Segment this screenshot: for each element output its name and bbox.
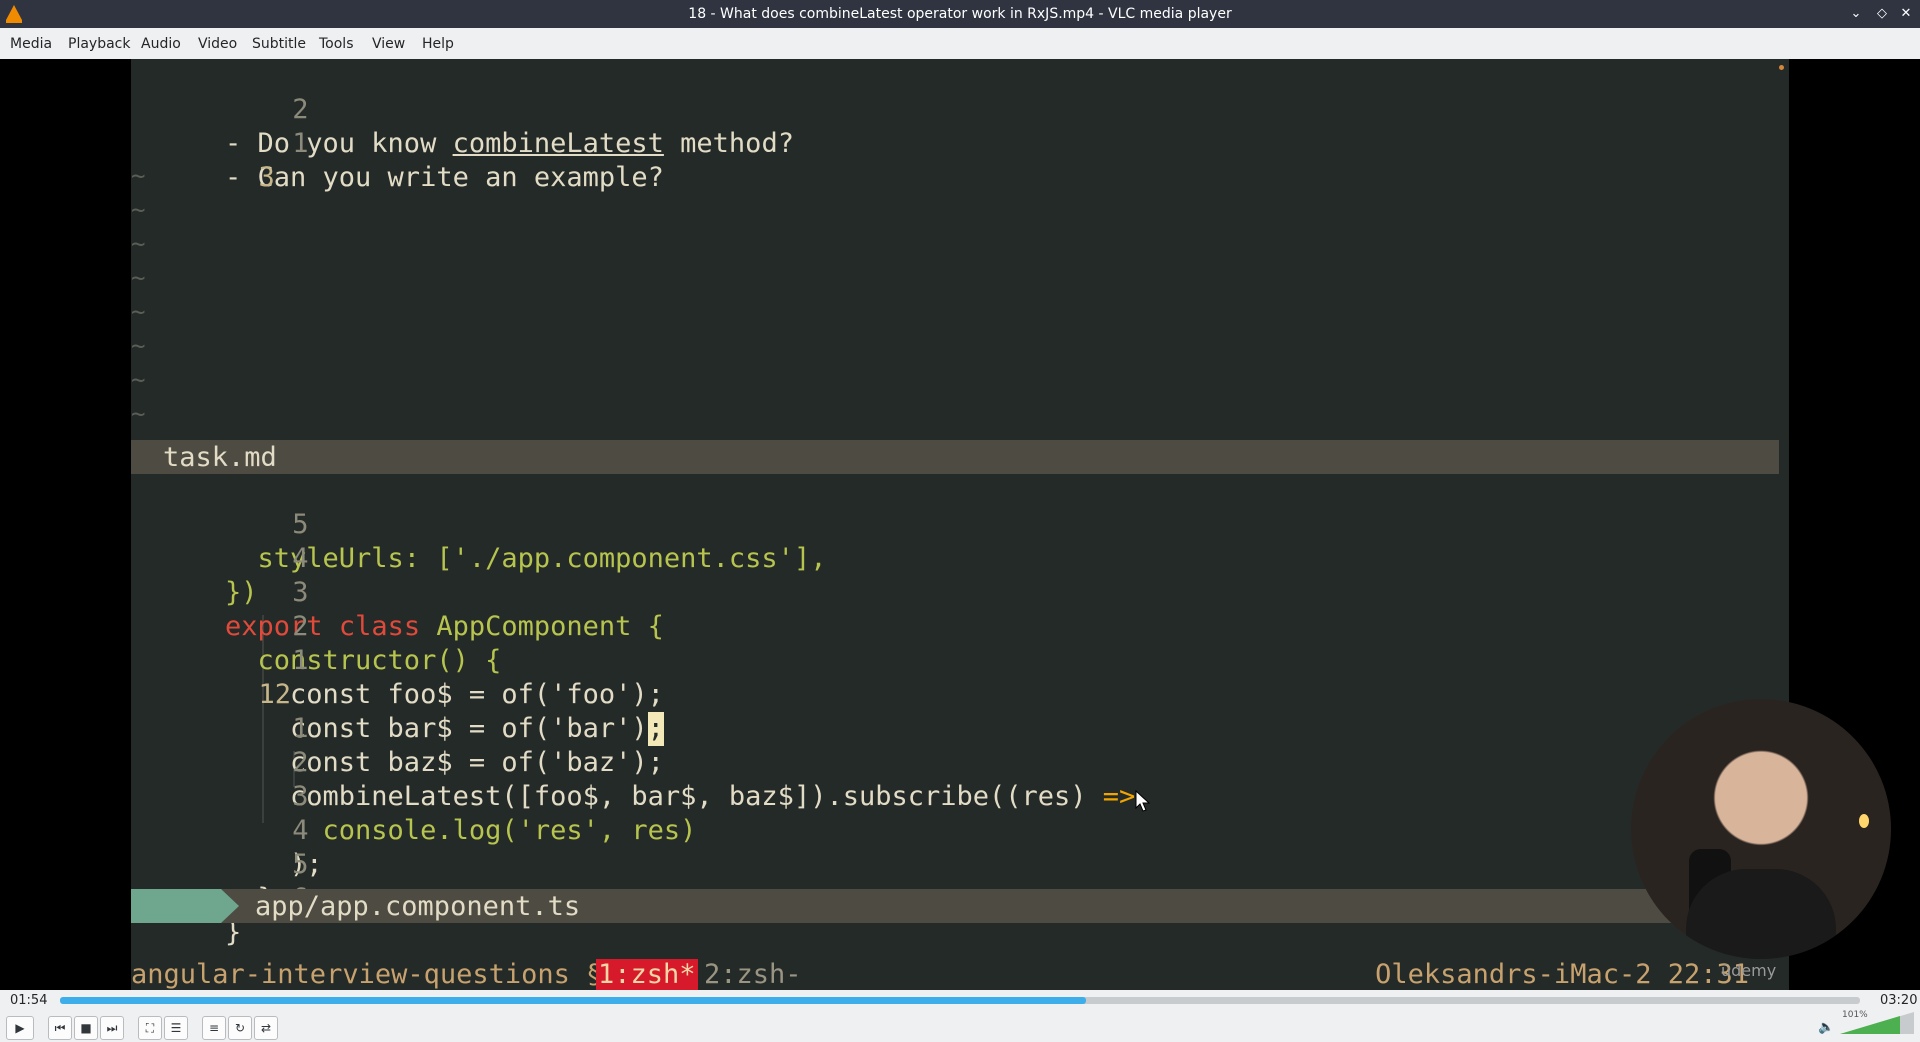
code-line: 3 export class AppComponent { — [131, 542, 664, 642]
line-number: 2 — [292, 94, 309, 125]
line-text: - Do you know combineLatest method? — [225, 127, 794, 161]
udemy-watermark: ūdemy — [1721, 961, 1777, 980]
line-number: 1 — [292, 713, 309, 744]
line-number: 1 — [292, 645, 309, 676]
underlined-word: combineLatest — [452, 128, 664, 159]
line-text: combineLatest([foo$, bar$, baz$]).subscr… — [225, 780, 1135, 814]
code-line: 1 const foo$ = of('foo'); — [131, 610, 664, 710]
tilde: ~ — [131, 196, 146, 224]
code-line: 12 const bar$ = of('bar'); — [131, 644, 664, 746]
tilde: ~ — [131, 162, 146, 190]
next-icon[interactable]: ⏭ — [100, 1016, 124, 1040]
line-number: 3 — [292, 577, 309, 608]
presenter-webcam — [1631, 699, 1891, 959]
class-name: AppComponent { — [420, 611, 664, 642]
current-line-number: 3 — [258, 162, 275, 193]
tilde: ~ — [131, 366, 146, 394]
playlist-icon[interactable]: ≡ — [202, 1016, 226, 1040]
mode-indicator — [131, 889, 239, 923]
editor-line: 1 - Can you write an example? — [131, 93, 664, 193]
tmux-session: angular-interview-questions § — [131, 959, 603, 990]
top-filename: task.md — [163, 442, 277, 473]
code-line: 4 ); — [131, 780, 323, 880]
speaker-icon[interactable]: 🔈 — [1818, 1020, 1834, 1035]
line-number: 2 — [292, 747, 309, 778]
arrow-operator: => — [1102, 781, 1136, 812]
menu-audio[interactable]: Audio — [141, 36, 181, 52]
title-bar: 18 - What does combineLatest operator wo… — [0, 0, 1920, 28]
code-line: 3 console.log('res', res) — [131, 746, 696, 846]
menu-help[interactable]: Help — [422, 36, 454, 52]
total-time: 03:20 — [1880, 993, 1918, 1008]
fullscreen-icon[interactable]: ⛶ — [138, 1016, 162, 1040]
play-icon[interactable]: ▶ — [6, 1016, 34, 1040]
menu-video[interactable]: Video — [198, 36, 237, 52]
controls-bar: ▶ ⏮ ■ ⏭ ⛶ ☰ ≡ ↻ ⇄ 🔈 101% — [0, 1010, 1920, 1042]
keyword-class: class — [338, 611, 421, 642]
menu-media[interactable]: Media — [10, 36, 52, 52]
menu-subtitle[interactable]: Subtitle — [252, 36, 306, 52]
random-icon[interactable]: ⇄ — [254, 1016, 278, 1040]
line-number: 5 — [292, 509, 309, 540]
tmux-window-active: 1:zsh* — [596, 959, 698, 990]
tilde: ~ — [131, 298, 146, 326]
close-icon[interactable]: ✕ — [1896, 4, 1916, 24]
tmux-window: 2:zsh- — [704, 959, 802, 990]
menu-tools[interactable]: Tools — [319, 36, 354, 52]
tilde: ~ — [131, 230, 146, 258]
scroll-marker — [1779, 65, 1784, 70]
tmux-host-clock: Oleksandrs-iMac-2 22:31 — [1375, 959, 1749, 990]
menu-playback[interactable]: Playback — [68, 36, 130, 52]
candle-icon — [1859, 814, 1869, 828]
tilde: ~ — [131, 264, 146, 292]
stop-icon[interactable]: ■ — [74, 1016, 98, 1040]
editor-line: 2 - Do you know combineLatest method? — [131, 59, 794, 159]
code-line: 1 const baz$ = of('baz'); — [131, 678, 664, 778]
video-frame: 2 - Do you know combineLatest method? 1 … — [131, 59, 1891, 993]
elapsed-time: 01:54 — [10, 993, 48, 1008]
restore-icon[interactable]: ◇ — [1872, 4, 1892, 24]
line-number: 2 — [292, 611, 309, 642]
code-line: 6 } — [131, 848, 309, 948]
seek-row: 01:54 03:20 — [0, 990, 1920, 1010]
menu-bar: Media Playback Audio Video Subtitle Tool… — [0, 28, 1920, 60]
tmux-statusline: angular-interview-questions § 1:zsh* 2:z… — [131, 959, 1789, 993]
tilde: ~ — [131, 400, 146, 428]
line-text-main: combineLatest([foo$, bar$, baz$]).subscr… — [225, 781, 1103, 812]
editor-line: 3 — [131, 127, 275, 193]
mouse-pointer-icon — [1135, 790, 1151, 812]
line-number: 4 — [292, 543, 309, 574]
code-line: 5 styleUrls: ['./app.component.css'], — [131, 474, 827, 574]
line-number: 3 — [292, 781, 309, 812]
seek-slider[interactable] — [60, 997, 1860, 1004]
line-number: 4 — [292, 815, 309, 846]
code-line: 4 }) — [131, 508, 309, 608]
current-line-number: 12 — [258, 679, 292, 710]
volume-slider[interactable]: 101% — [1840, 1010, 1914, 1038]
bottom-pane-statusline: app/app.component.ts t] — [131, 889, 1779, 923]
code-line: 2 constructor() { — [131, 576, 502, 676]
extended-settings-icon[interactable]: ☰ — [164, 1016, 188, 1040]
seek-progress — [60, 997, 1086, 1004]
line-text: styleUrls: ['./app.component.css'], — [225, 543, 827, 574]
minimize-icon[interactable]: ⌄ — [1846, 4, 1866, 24]
line-text-b: method? — [663, 128, 794, 159]
menu-view[interactable]: View — [372, 36, 405, 52]
text-cursor: ; — [647, 712, 664, 746]
presenter-body — [1686, 869, 1836, 959]
previous-icon[interactable]: ⏮ — [48, 1016, 72, 1040]
line-number: 1 — [292, 128, 309, 159]
tilde: ~ — [131, 332, 146, 360]
line-number: 5 — [292, 849, 309, 880]
bottom-filename: app/app.component.ts — [255, 891, 581, 922]
loop-icon[interactable]: ↻ — [228, 1016, 252, 1040]
code-line: 5 } — [131, 814, 309, 914]
volume-percent: 101% — [1842, 1010, 1868, 1020]
code-line: 2 combineLatest([foo$, bar$, baz$]).subs… — [131, 712, 1135, 812]
window-title: 18 - What does combineLatest operator wo… — [688, 6, 1232, 22]
video-area[interactable]: 2 - Do you know combineLatest method? 1 … — [0, 59, 1920, 990]
top-pane-statusline: task.md — [131, 440, 1779, 474]
